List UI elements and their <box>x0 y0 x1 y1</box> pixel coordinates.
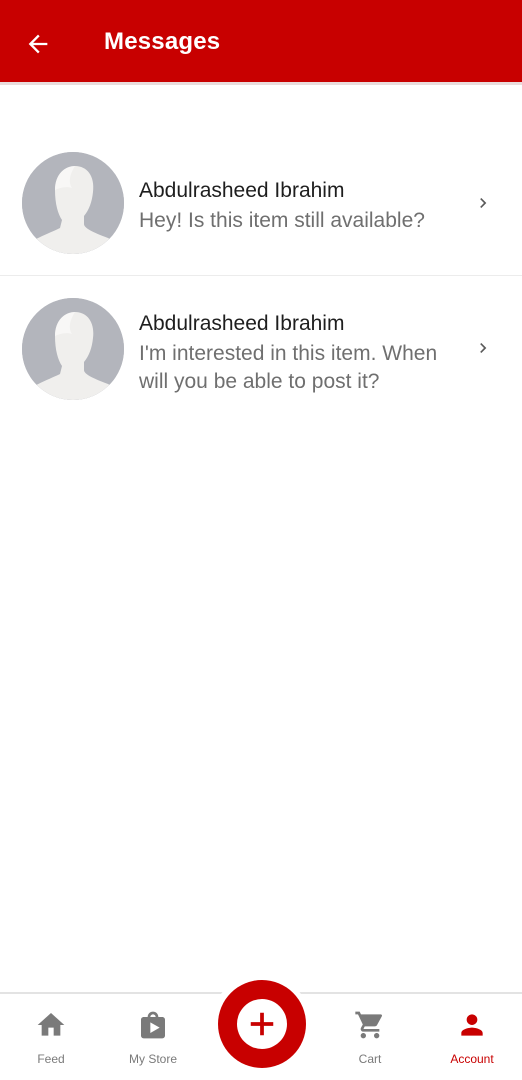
back-button[interactable] <box>20 26 56 62</box>
messages-screen: Messages Abdulrasheed Ibrahim Hey! Is th… <box>0 0 522 1080</box>
home-icon <box>34 1008 68 1042</box>
nav-item-feed[interactable]: Feed <box>6 994 96 1080</box>
nav-label: My Store <box>128 1052 177 1066</box>
default-avatar-icon <box>22 298 124 400</box>
message-row[interactable]: Abdulrasheed Ibrahim Hey! Is this item s… <box>0 128 522 276</box>
sender-name: Abdulrasheed Ibrahim <box>139 312 345 335</box>
message-list: Abdulrasheed Ibrahim Hey! Is this item s… <box>0 128 522 416</box>
message-text: Abdulrasheed Ibrahim Hey! Is this item s… <box>139 177 464 235</box>
message-preview: I'm interested in this item. When will y… <box>139 342 438 393</box>
arrow-left-icon <box>28 34 48 54</box>
add-item-button[interactable] <box>218 980 306 1068</box>
default-avatar-icon <box>22 152 124 254</box>
nav-label: Cart <box>358 1052 382 1066</box>
nav-label: Feed <box>37 1052 65 1066</box>
nav-item-cart[interactable]: Cart <box>325 994 415 1080</box>
sender-name: Abdulrasheed Ibrahim <box>139 179 345 202</box>
cart-icon <box>353 1008 387 1042</box>
store-bag-icon <box>136 1008 170 1042</box>
nav-item-account[interactable]: Account <box>427 994 517 1080</box>
plus-icon <box>237 999 287 1049</box>
nav-item-my-store[interactable]: My Store <box>108 994 198 1080</box>
nav-label: Account <box>450 1052 494 1066</box>
message-row[interactable]: Abdulrasheed Ibrahim I'm interested in t… <box>0 276 522 416</box>
message-preview: Hey! Is this item still available? <box>139 209 425 232</box>
message-text: Abdulrasheed Ibrahim I'm interested in t… <box>139 310 464 396</box>
app-header: Messages <box>0 0 522 85</box>
person-icon <box>455 1008 489 1042</box>
chevron-right-icon <box>472 337 494 359</box>
page-title: Messages <box>104 28 221 55</box>
chevron-right-icon <box>472 192 494 214</box>
